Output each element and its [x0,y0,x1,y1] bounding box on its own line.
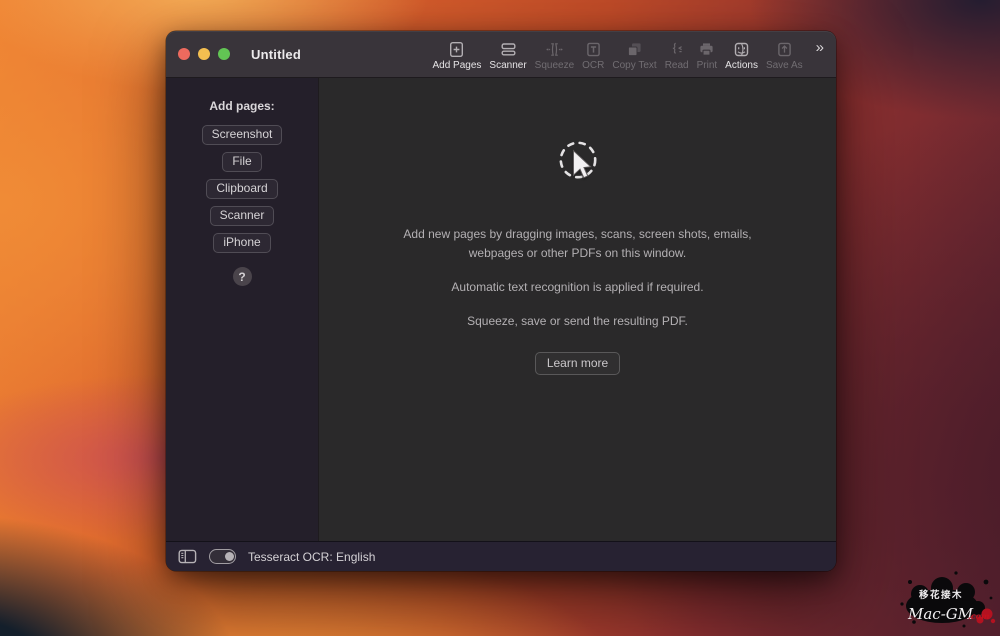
traffic-lights [178,48,230,60]
printer-icon [698,40,715,59]
actions-finder-icon [733,40,750,59]
minimize-button[interactable] [198,48,210,60]
toolbar-item-save-as[interactable]: Save As [765,38,804,71]
save-as-icon [776,40,793,59]
drop-hint-graphic [558,140,598,180]
watermark-logo: 移花接木 Mac-GM .com [894,564,998,634]
window-title: Untitled [251,47,301,62]
help-button[interactable]: ? [233,267,252,286]
sidebar-toggle-button[interactable] [178,548,197,565]
desktop: { "window": { "title": "Untitled", "traf… [0,0,1000,636]
ocr-icon [585,40,602,59]
titlebar[interactable]: Untitled Add Pages Scanner Squeeze [166,31,836,78]
add-iphone-button[interactable]: iPhone [213,233,270,253]
toolbar-item-print[interactable]: Print [696,38,719,71]
watermark-chinese-text: 移花接木 [919,589,963,601]
ocr-status-label: Tesseract OCR: English [248,550,375,564]
toolbar-item-actions[interactable]: Actions [724,38,759,71]
close-button[interactable] [178,48,190,60]
add-clipboard-button[interactable]: Clipboard [206,179,277,199]
watermark-tld-text: .com [968,611,989,621]
add-scanner-button[interactable]: Scanner [210,206,275,226]
toolbar-item-ocr[interactable]: OCR [581,38,605,71]
statusbar: Tesseract OCR: English [166,541,836,571]
sidebar-panel-icon [178,548,197,565]
toolbar: Add Pages Scanner Squeeze OCR [431,38,824,71]
sidebar-heading: Add pages: [209,99,274,113]
toolbar-overflow-button[interactable]: » [816,40,824,69]
scanner-icon [500,40,517,59]
ocr-toggle[interactable] [209,549,236,564]
learn-more-button[interactable]: Learn more [535,352,620,375]
toolbar-item-copy-text[interactable]: Copy Text [611,38,657,71]
sidebar: Add pages: Screenshot File Clipboard Sca… [166,78,318,541]
toolbar-item-squeeze[interactable]: Squeeze [534,38,575,71]
intro-text: Add new pages by dragging images, scans,… [392,225,764,263]
add-screenshot-button[interactable]: Screenshot [202,125,283,145]
toolbar-item-scanner[interactable]: Scanner [488,38,527,71]
toolbar-item-add-pages[interactable]: Add Pages [431,38,482,71]
ocr-info-text: Automatic text recognition is applied if… [451,278,703,297]
cursor-arrow-icon [571,149,595,193]
read-aloud-icon [668,40,685,59]
add-pages-icon [448,40,465,59]
watermark-brand-text: Mac-GM [907,605,974,623]
squeeze-info-text: Squeeze, save or send the resulting PDF. [467,312,688,331]
toolbar-item-read[interactable]: Read [664,38,690,71]
add-file-button[interactable]: File [222,152,261,172]
zoom-button[interactable] [218,48,230,60]
copy-text-icon [626,40,643,59]
toggle-knob [225,552,234,561]
drop-area[interactable]: Add new pages by dragging images, scans,… [318,78,836,541]
app-window: Untitled Add Pages Scanner Squeeze [166,31,836,571]
squeeze-icon [546,40,563,59]
